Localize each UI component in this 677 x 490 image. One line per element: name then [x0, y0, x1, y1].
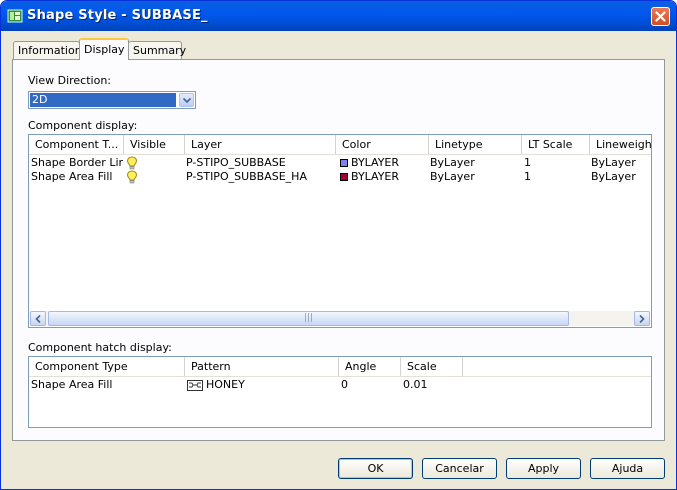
column-header-color[interactable]: Color — [336, 135, 429, 154]
cell-linetype: ByLayer — [430, 156, 475, 169]
window-title: Shape Style - SUBBASE_ — [27, 8, 208, 23]
display-tab-panel: View Direction: 2D Component display: Co… — [12, 59, 665, 441]
chevron-left-icon — [35, 315, 41, 323]
scroll-right-button[interactable] — [634, 311, 650, 326]
view-direction-select[interactable]: 2D — [28, 91, 196, 109]
cell-lt-scale: 1 — [524, 156, 531, 169]
tab-summary[interactable]: Summary — [128, 41, 186, 59]
column-header-linetype[interactable]: Linetype — [429, 135, 522, 154]
view-direction-value: 2D — [30, 93, 176, 107]
hatch-pattern-icon — [187, 380, 203, 391]
close-button[interactable] — [651, 7, 670, 26]
column-header-pattern[interactable]: Pattern — [185, 357, 339, 376]
scroll-left-button[interactable] — [30, 311, 46, 326]
dropdown-button[interactable] — [179, 93, 194, 107]
component-display-label: Component display: — [28, 119, 138, 132]
header-divider — [29, 154, 651, 155]
cell-scale: 0.01 — [403, 378, 428, 391]
cell-component-type: Shape Area Fill — [31, 378, 113, 391]
column-header-lineweight[interactable]: Lineweight — [590, 135, 651, 154]
column-header-angle[interactable]: Angle — [339, 357, 401, 376]
chevron-down-icon — [183, 97, 191, 104]
dialog-window: Shape Style - SUBBASE_ Information Displ… — [0, 0, 677, 490]
help-button[interactable]: Ajuda — [590, 458, 665, 479]
cell-layer: P-STIPO_SUBBASE_HA — [186, 170, 307, 183]
lightbulb-on-icon[interactable] — [126, 156, 138, 170]
column-header-layer[interactable]: Layer — [185, 135, 336, 154]
cell-color: BYLAYER — [340, 156, 428, 170]
shape-style-icon — [7, 9, 23, 23]
title-bar[interactable]: Shape Style - SUBBASE_ — [1, 1, 676, 31]
lightbulb-on-icon[interactable] — [126, 170, 138, 184]
cell-lineweight: ByLayer — [591, 156, 636, 169]
tab-display[interactable]: Display — [79, 38, 129, 60]
scroll-thumb[interactable]: ||| — [48, 311, 569, 326]
ok-button[interactable]: OK — [338, 458, 413, 479]
column-header-lt-scale[interactable]: LT Scale — [522, 135, 590, 154]
tab-information[interactable]: Information — [13, 41, 82, 59]
cell-pattern: HONEY — [206, 378, 245, 391]
column-header-scale[interactable]: Scale — [401, 357, 463, 376]
horizontal-scrollbar[interactable]: ||| — [30, 311, 650, 326]
cell-color-name: BYLAYER — [351, 156, 400, 169]
color-swatch — [340, 159, 348, 167]
cell-component: Shape Border Line — [31, 156, 123, 169]
cell-color-name: BYLAYER — [351, 170, 400, 183]
header-divider — [29, 376, 651, 377]
chevron-right-icon — [639, 315, 645, 323]
column-header-component-type[interactable]: Component Type — [29, 357, 185, 376]
hatch-display-label: Component hatch display: — [28, 341, 172, 354]
cell-linetype: ByLayer — [430, 170, 475, 183]
cancel-button[interactable]: Cancelar — [422, 458, 497, 479]
cell-color: BYLAYER — [340, 170, 428, 184]
color-swatch — [340, 173, 348, 181]
cell-lt-scale: 1 — [524, 170, 531, 183]
dialog-content: Information Display Summary View Directi… — [4, 31, 673, 488]
view-direction-label: View Direction: — [28, 74, 111, 87]
cell-component: Shape Area Fill — [31, 170, 113, 183]
cell-angle: 0 — [341, 378, 348, 391]
column-header-visible[interactable]: Visible — [124, 135, 185, 154]
apply-button[interactable]: Apply — [506, 458, 581, 479]
close-icon — [655, 11, 666, 22]
component-display-list[interactable]: Component T... Visible Layer Color Linet… — [28, 134, 652, 328]
column-header-component[interactable]: Component T... — [29, 135, 124, 154]
cell-layer: P-STIPO_SUBBASE — [186, 156, 286, 169]
hatch-display-list[interactable]: Component Type Pattern Angle Scale Shape… — [28, 356, 652, 428]
cell-lineweight: ByLayer — [591, 170, 636, 183]
